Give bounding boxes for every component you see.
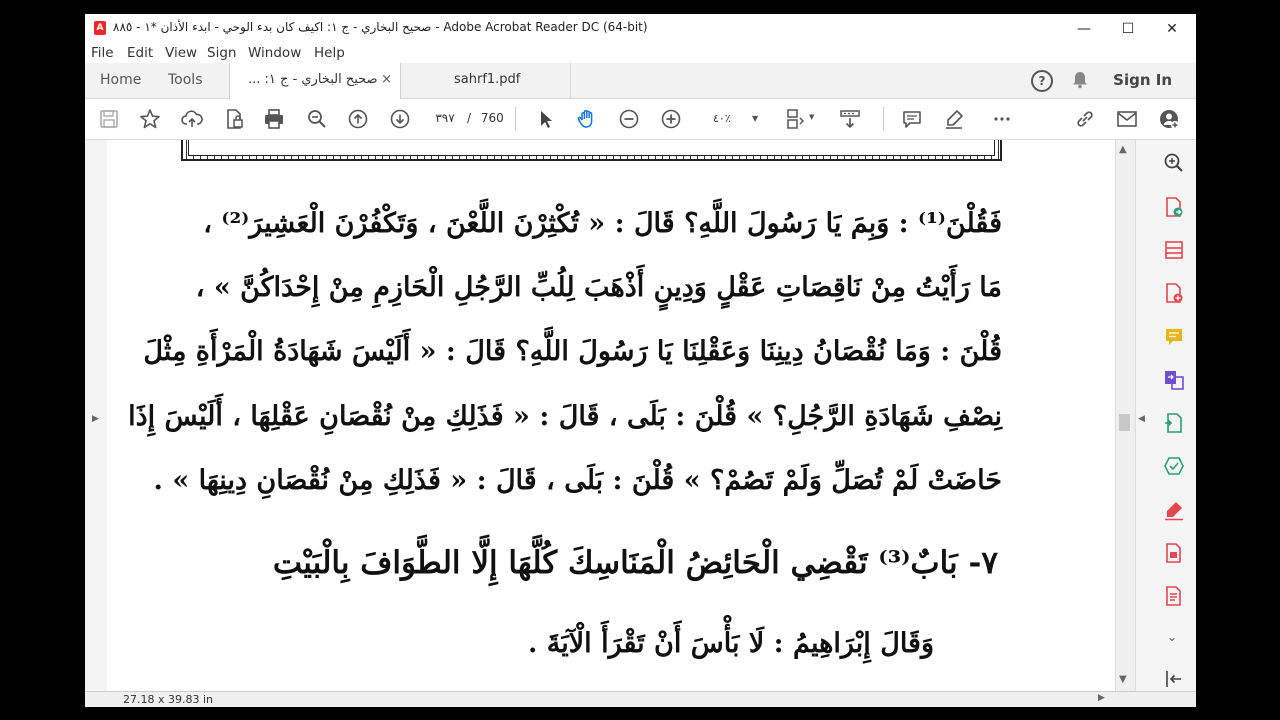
- page-display-chevron-icon[interactable]: ▼: [809, 113, 814, 121]
- toolbar-divider: [515, 107, 516, 131]
- sign-in-button[interactable]: Sign In: [1113, 71, 1172, 89]
- compress-pdf-icon[interactable]: [1163, 412, 1185, 434]
- chevron-down-icon: ▼: [752, 114, 759, 123]
- tab-tools[interactable]: Tools: [168, 72, 203, 88]
- close-button[interactable]: ✕: [1150, 16, 1194, 42]
- menu-sign[interactable]: Sign: [207, 45, 236, 61]
- scroll-down-icon[interactable]: ▼: [1119, 674, 1127, 685]
- page-display-icon[interactable]: [785, 108, 807, 130]
- hand-tool-icon[interactable]: [576, 108, 598, 130]
- page-dimensions: 27.18 x 39.83 in: [123, 693, 214, 706]
- scroll-mode-icon[interactable]: [839, 108, 861, 130]
- right-tools-panel: ◀ ⌄: [1135, 140, 1196, 691]
- combine-files-icon[interactable]: [1163, 369, 1185, 391]
- maximize-button[interactable]: ☐: [1106, 16, 1150, 42]
- scrollbar-thumb[interactable]: [1119, 414, 1130, 431]
- zoom-out-icon[interactable]: [618, 108, 640, 130]
- next-page-icon[interactable]: [389, 108, 411, 130]
- tab-home[interactable]: Home: [100, 72, 141, 88]
- acrobat-window: A صحيح البخاري - ج ١: اكيف كان بدء الوحي…: [85, 14, 1196, 707]
- more-tools-icon[interactable]: [991, 108, 1013, 130]
- pdf-page: فَقُلْنَ⁽¹⁾ : وَبِمَ يَا رَسُولَ اللَّهِ…: [107, 140, 1115, 691]
- main-toolbar: ٣٩٧ / 760 ٤٠٪ ▼ ▼: [85, 99, 1196, 140]
- zoom-level-select[interactable]: ٤٠٪ ▼: [709, 109, 765, 128]
- scan-ocr-icon[interactable]: [1163, 455, 1185, 477]
- print-icon[interactable]: [263, 108, 285, 130]
- tab-document-2-label: sahrf1.pdf: [454, 72, 521, 87]
- tab-document-active[interactable]: صحيح البخاري - ج ١: ... ×: [229, 63, 401, 99]
- page-separator: /: [467, 111, 472, 125]
- scroll-up-icon[interactable]: ▲: [1119, 144, 1127, 155]
- add-user-icon[interactable]: [1158, 108, 1180, 130]
- text-line-5: حَاضَتْ لَمْ تُصَلِّ وَلَمْ تَصُمْ؟ » قُ…: [153, 465, 1002, 496]
- save-icon[interactable]: [98, 108, 120, 130]
- fill-sign-icon[interactable]: [1163, 499, 1185, 521]
- text-line-3: قُلْنَ : وَمَا نُقْصَانُ دِينِنَا وَعَقْ…: [143, 336, 1002, 367]
- title-bar: A صحيح البخاري - ج ١: اكيف كان بدء الوحي…: [85, 14, 1196, 43]
- tab-document-2[interactable]: sahrf1.pdf: [400, 63, 571, 98]
- help-icon[interactable]: ?: [1031, 70, 1053, 92]
- minimize-button[interactable]: —: [1062, 16, 1106, 42]
- organize-pages-icon[interactable]: [1163, 239, 1185, 261]
- collapse-pane-icon[interactable]: [1163, 668, 1185, 690]
- toolbar-divider-2: [883, 107, 884, 131]
- comment-icon[interactable]: [901, 108, 923, 130]
- tab-document-label: صحيح البخاري - ج ١: ...: [248, 72, 378, 87]
- menu-file[interactable]: File: [91, 45, 114, 61]
- more-tools-chevron-icon[interactable]: ⌄: [1167, 630, 1177, 644]
- menu-help[interactable]: Help: [314, 45, 345, 61]
- scroll-right-icon[interactable]: ▶: [1098, 693, 1105, 703]
- status-bar: 27.18 x 39.83 in ▶: [85, 691, 1196, 707]
- page-count: / 760: [467, 109, 504, 128]
- window-title: صحيح البخاري - ج ١: اكيف كان بدء الوحي -…: [113, 20, 648, 34]
- highlight-pen-icon[interactable]: [943, 108, 965, 130]
- page-header-ornament: [181, 140, 1002, 161]
- menu-view[interactable]: View: [165, 45, 197, 61]
- text-line-1: فَقُلْنَ⁽¹⁾ : وَبِمَ يَا رَسُولَ اللَّهِ…: [203, 208, 1002, 239]
- notifications-bell-icon[interactable]: [1070, 70, 1090, 90]
- protect-document-icon[interactable]: [223, 108, 245, 130]
- menu-window[interactable]: Window: [248, 45, 301, 61]
- page-total: 760: [480, 111, 504, 125]
- bookmark-star-icon[interactable]: [139, 108, 161, 130]
- text-line-2: مَا رَأَيْتُ مِنْ نَاقِصَاتِ عَقْلٍ وَدِ…: [195, 272, 1002, 303]
- zoom-search-icon[interactable]: [1163, 152, 1185, 174]
- create-pdf-icon[interactable]: [1163, 282, 1185, 304]
- expand-left-panel-icon[interactable]: ▶: [92, 414, 99, 424]
- upload-cloud-icon[interactable]: [181, 108, 203, 130]
- zoom-level-value: ٤٠٪: [713, 112, 731, 125]
- text-line-4: نِصْفِ شَهَادَةِ الرَّجُلِ؟ » قُلْنَ : ب…: [128, 401, 1002, 432]
- menu-bar: File Edit View Sign Window Help: [85, 43, 1196, 63]
- tab-bar: Home Tools صحيح البخاري - ج ١: ... × sah…: [85, 63, 1196, 99]
- export-pdf-icon[interactable]: [1163, 196, 1185, 218]
- previous-page-icon[interactable]: [347, 108, 369, 130]
- share-link-icon[interactable]: [1074, 108, 1096, 130]
- vertical-scrollbar[interactable]: ▲ ▼: [1115, 140, 1133, 691]
- select-cursor-icon[interactable]: [534, 108, 556, 130]
- export-document-icon[interactable]: [1163, 585, 1185, 607]
- page-number-input[interactable]: ٣٩٧: [428, 109, 462, 128]
- search-zoom-icon[interactable]: [306, 108, 328, 130]
- left-panel-toggle[interactable]: ▶: [85, 140, 108, 691]
- acrobat-icon: A: [94, 21, 106, 35]
- menu-edit[interactable]: Edit: [127, 45, 153, 61]
- comment-tool-icon[interactable]: [1163, 326, 1185, 348]
- edit-pdf-icon[interactable]: [1163, 542, 1185, 564]
- tab-close-icon[interactable]: ×: [381, 63, 392, 97]
- text-line-6: وَقَالَ إِبْرَاهِيمُ : لَا بَأْسَ أَنْ ت…: [527, 628, 934, 659]
- document-area: ▶ فَقُلْنَ⁽¹⁾ : وَبِمَ يَا رَسُولَ اللَّ…: [85, 140, 1196, 691]
- zoom-in-icon[interactable]: [660, 108, 682, 130]
- collapse-right-panel-icon[interactable]: ◀: [1138, 414, 1145, 424]
- chapter-heading: ٧- بَابٌ⁽³⁾ تَقْضِي الْحَائِضُ الْمَنَاس…: [272, 545, 998, 581]
- email-icon[interactable]: [1116, 108, 1138, 130]
